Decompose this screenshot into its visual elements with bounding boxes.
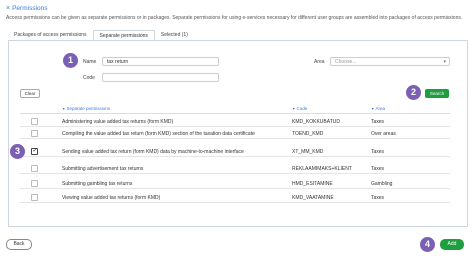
sort-arrow-icon: ▼ bbox=[371, 107, 375, 111]
step-badge-4: 4 bbox=[420, 237, 435, 252]
column-header-permissions[interactable]: ▼Separate permissions bbox=[62, 106, 110, 111]
table-row[interactable]: Administering value added tax returns (f… bbox=[20, 116, 450, 127]
permission-code: KMD_KOKKUBATUD bbox=[292, 118, 340, 125]
page-title: Permissions bbox=[12, 5, 48, 12]
step-badge-3: 3 bbox=[10, 144, 25, 159]
name-input[interactable]: tax return bbox=[102, 57, 219, 66]
row-checkbox-checked[interactable] bbox=[31, 147, 38, 155]
name-label: Name bbox=[83, 59, 97, 65]
permission-area: Gambling bbox=[371, 180, 393, 187]
permission-name: Administering value added tax returns (f… bbox=[62, 118, 174, 125]
table-header: ▼Separate permissions ▼Code ▼Area bbox=[20, 104, 450, 114]
chevron-down-icon: ▾ bbox=[443, 59, 446, 65]
permission-name: Submitting gambling tax returns bbox=[62, 180, 133, 187]
table-row[interactable]: Submitting gambling tax returns HMD_ESIT… bbox=[20, 178, 450, 189]
row-checkbox[interactable] bbox=[31, 130, 38, 137]
column-header-code[interactable]: ▼Code bbox=[292, 106, 307, 111]
search-button[interactable]: Search bbox=[425, 89, 449, 98]
clear-button[interactable]: Clear bbox=[20, 89, 40, 98]
area-select[interactable]: Choose... ▾ bbox=[330, 57, 450, 66]
code-label: Code bbox=[83, 75, 95, 81]
permission-name: Compiling the value added tax return (fo… bbox=[62, 130, 255, 137]
permission-area: Taxes bbox=[371, 148, 385, 155]
permission-area: Taxes bbox=[371, 118, 385, 125]
collapse-icon[interactable]: × bbox=[6, 5, 10, 12]
permission-area: Over areas bbox=[371, 130, 396, 137]
column-header-area[interactable]: ▼Area bbox=[371, 106, 385, 111]
table-row[interactable]: Submitting advertisement tax returns REK… bbox=[20, 163, 450, 174]
row-checkbox[interactable] bbox=[31, 118, 38, 125]
permission-name: Sending value added tax return (form KMD… bbox=[62, 148, 244, 155]
permission-code: TOEND_KMD bbox=[292, 130, 324, 137]
code-input[interactable] bbox=[102, 73, 219, 82]
description-text: Access permissions can be given as separ… bbox=[6, 15, 463, 21]
permission-name: Submitting advertisement tax returns bbox=[62, 165, 144, 172]
table-row[interactable]: Compiling the value added tax return (fo… bbox=[20, 128, 450, 139]
step-badge-1: 1 bbox=[63, 53, 78, 68]
table-row[interactable]: Sending value added tax return (form KMD… bbox=[20, 146, 450, 157]
sort-arrow-icon: ▼ bbox=[292, 107, 296, 111]
permission-area: Taxes bbox=[371, 194, 385, 201]
permissions-header: × Permissions bbox=[6, 5, 48, 12]
back-button[interactable]: Back bbox=[6, 239, 32, 250]
permission-code: XT_MM_KMD bbox=[292, 148, 324, 155]
permission-code: HMD_ESITAMINE bbox=[292, 180, 333, 187]
step-badge-2: 2 bbox=[406, 85, 421, 100]
area-label: Area bbox=[314, 59, 325, 65]
add-button[interactable]: Add bbox=[440, 239, 464, 250]
row-checkbox[interactable] bbox=[31, 180, 38, 187]
permission-area: Taxes bbox=[371, 165, 385, 172]
row-checkbox[interactable] bbox=[31, 165, 38, 172]
permission-code: KMD_VAATAMINE bbox=[292, 194, 334, 201]
sort-arrow-icon: ▼ bbox=[62, 107, 66, 111]
permission-name: Viewing value added tax returns (form KM… bbox=[62, 194, 161, 201]
permission-code: REKLAAMIMAKS+KLIENT bbox=[292, 165, 352, 172]
table-row[interactable]: Viewing value added tax returns (form KM… bbox=[20, 192, 450, 203]
row-checkbox[interactable] bbox=[31, 194, 38, 201]
area-select-value: Choose... bbox=[335, 59, 357, 65]
